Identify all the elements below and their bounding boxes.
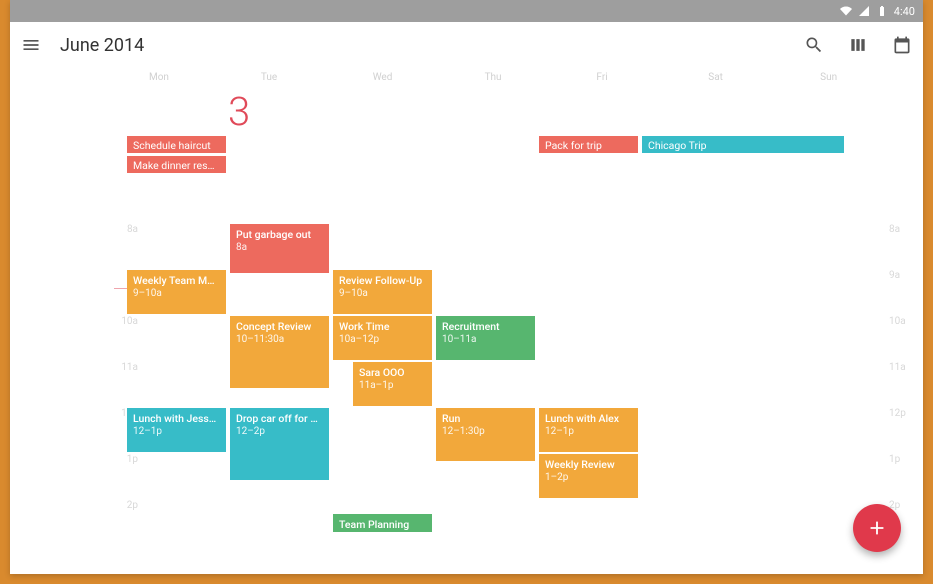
- status-bar: 4:40: [10, 0, 923, 22]
- calendar-event[interactable]: Recruitment10–11a: [436, 316, 535, 360]
- calendar-event[interactable]: Weekly Review1–2p: [539, 454, 638, 498]
- calendar-event[interactable]: Drop car off for oil change12–2p: [230, 408, 329, 480]
- event-title: Team Planning: [339, 518, 426, 531]
- event-time: 9–10a: [133, 288, 220, 299]
- event-title: Weekly Review: [545, 458, 632, 471]
- calendar-event[interactable]: Lunch with Jesse & A...12–1p: [127, 408, 226, 452]
- event-time: 12–1:30p: [442, 426, 529, 437]
- event-title: Recruitment: [442, 320, 529, 333]
- event-title: Concept Review: [236, 320, 323, 333]
- event-time: 9–10a: [339, 288, 426, 299]
- calendar-event[interactable]: Run12–1:30p: [436, 408, 535, 461]
- calendar-event[interactable]: Put garbage out8a: [230, 224, 329, 273]
- battery-icon: [876, 5, 888, 17]
- add-event-fab[interactable]: [853, 504, 901, 552]
- event-title: Sara OOO: [359, 366, 426, 379]
- day-header: Mon: [125, 72, 237, 88]
- day-header: Wed: [349, 72, 461, 88]
- search-icon: [804, 35, 824, 55]
- day-header: Tue: [237, 72, 349, 88]
- day-header: Sat: [684, 72, 796, 88]
- event-time: 8a: [236, 242, 323, 253]
- status-time: 4:40: [894, 5, 915, 18]
- calendar-area: MonTueWedThuFriSatSun 3 8a9a10a11a12p1p2…: [10, 68, 923, 574]
- event-title: Run: [442, 412, 529, 425]
- event-time: 1–2p: [545, 472, 632, 483]
- calendar-event[interactable]: Work Time10a–12p: [333, 316, 432, 360]
- allday-event[interactable]: Chicago Trip: [642, 136, 844, 153]
- event-time: 10a–12p: [339, 334, 426, 345]
- day-header: Thu: [461, 72, 573, 88]
- calendar-event[interactable]: Sara OOO11a–1p: [353, 362, 432, 406]
- event-title: Review Follow-Up: [339, 274, 426, 287]
- allday-event[interactable]: Schedule haircut: [127, 136, 226, 153]
- columns-icon: [848, 35, 868, 55]
- event-title: Lunch with Jesse & A...: [133, 412, 220, 425]
- event-time: 11a–1p: [359, 380, 426, 391]
- event-time: 10–11a: [442, 334, 529, 345]
- menu-button[interactable]: [20, 34, 42, 56]
- calendar-event[interactable]: Weekly Team Meeting9–10a: [127, 270, 226, 314]
- page-title: June 2014: [60, 35, 144, 56]
- day-header: Fri: [572, 72, 684, 88]
- allday-event[interactable]: Make dinner reservat...: [127, 156, 226, 173]
- allday-event[interactable]: Pack for trip: [539, 136, 638, 153]
- calendar-icon: [892, 35, 912, 55]
- event-time: 12–1p: [545, 426, 632, 437]
- calendar-event[interactable]: Concept Review10–11:30a: [230, 316, 329, 388]
- search-button[interactable]: [803, 34, 825, 56]
- signal-icon: [858, 5, 870, 17]
- wifi-icon: [840, 5, 852, 17]
- toolbar: June 2014: [10, 22, 923, 68]
- current-date-number: 3: [228, 88, 250, 135]
- event-time: 12–2p: [236, 426, 323, 437]
- day-headers: MonTueWedThuFriSatSun: [125, 72, 908, 88]
- event-title: Drop car off for oil change: [236, 412, 323, 425]
- event-title: Work Time: [339, 320, 426, 333]
- day-header: Sun: [796, 72, 908, 88]
- today-button[interactable]: [891, 34, 913, 56]
- calendar-event[interactable]: Team Planning: [333, 514, 432, 533]
- event-time: 10–11:30a: [236, 334, 323, 345]
- calendar-event[interactable]: Review Follow-Up9–10a: [333, 270, 432, 314]
- view-button[interactable]: [847, 34, 869, 56]
- allday-row: Schedule haircut Make dinner reservat... P…: [125, 136, 908, 218]
- event-title: Lunch with Alex: [545, 412, 632, 425]
- event-title: Weekly Team Meeting: [133, 274, 220, 287]
- event-time: 12–1p: [133, 426, 220, 437]
- event-grid[interactable]: Schedule haircut Make dinner reservat... P…: [125, 136, 908, 574]
- calendar-event[interactable]: Lunch with Alex12–1p: [539, 408, 638, 452]
- plus-icon: [866, 517, 888, 539]
- event-title: Put garbage out: [236, 228, 323, 241]
- hamburger-icon: [21, 35, 41, 55]
